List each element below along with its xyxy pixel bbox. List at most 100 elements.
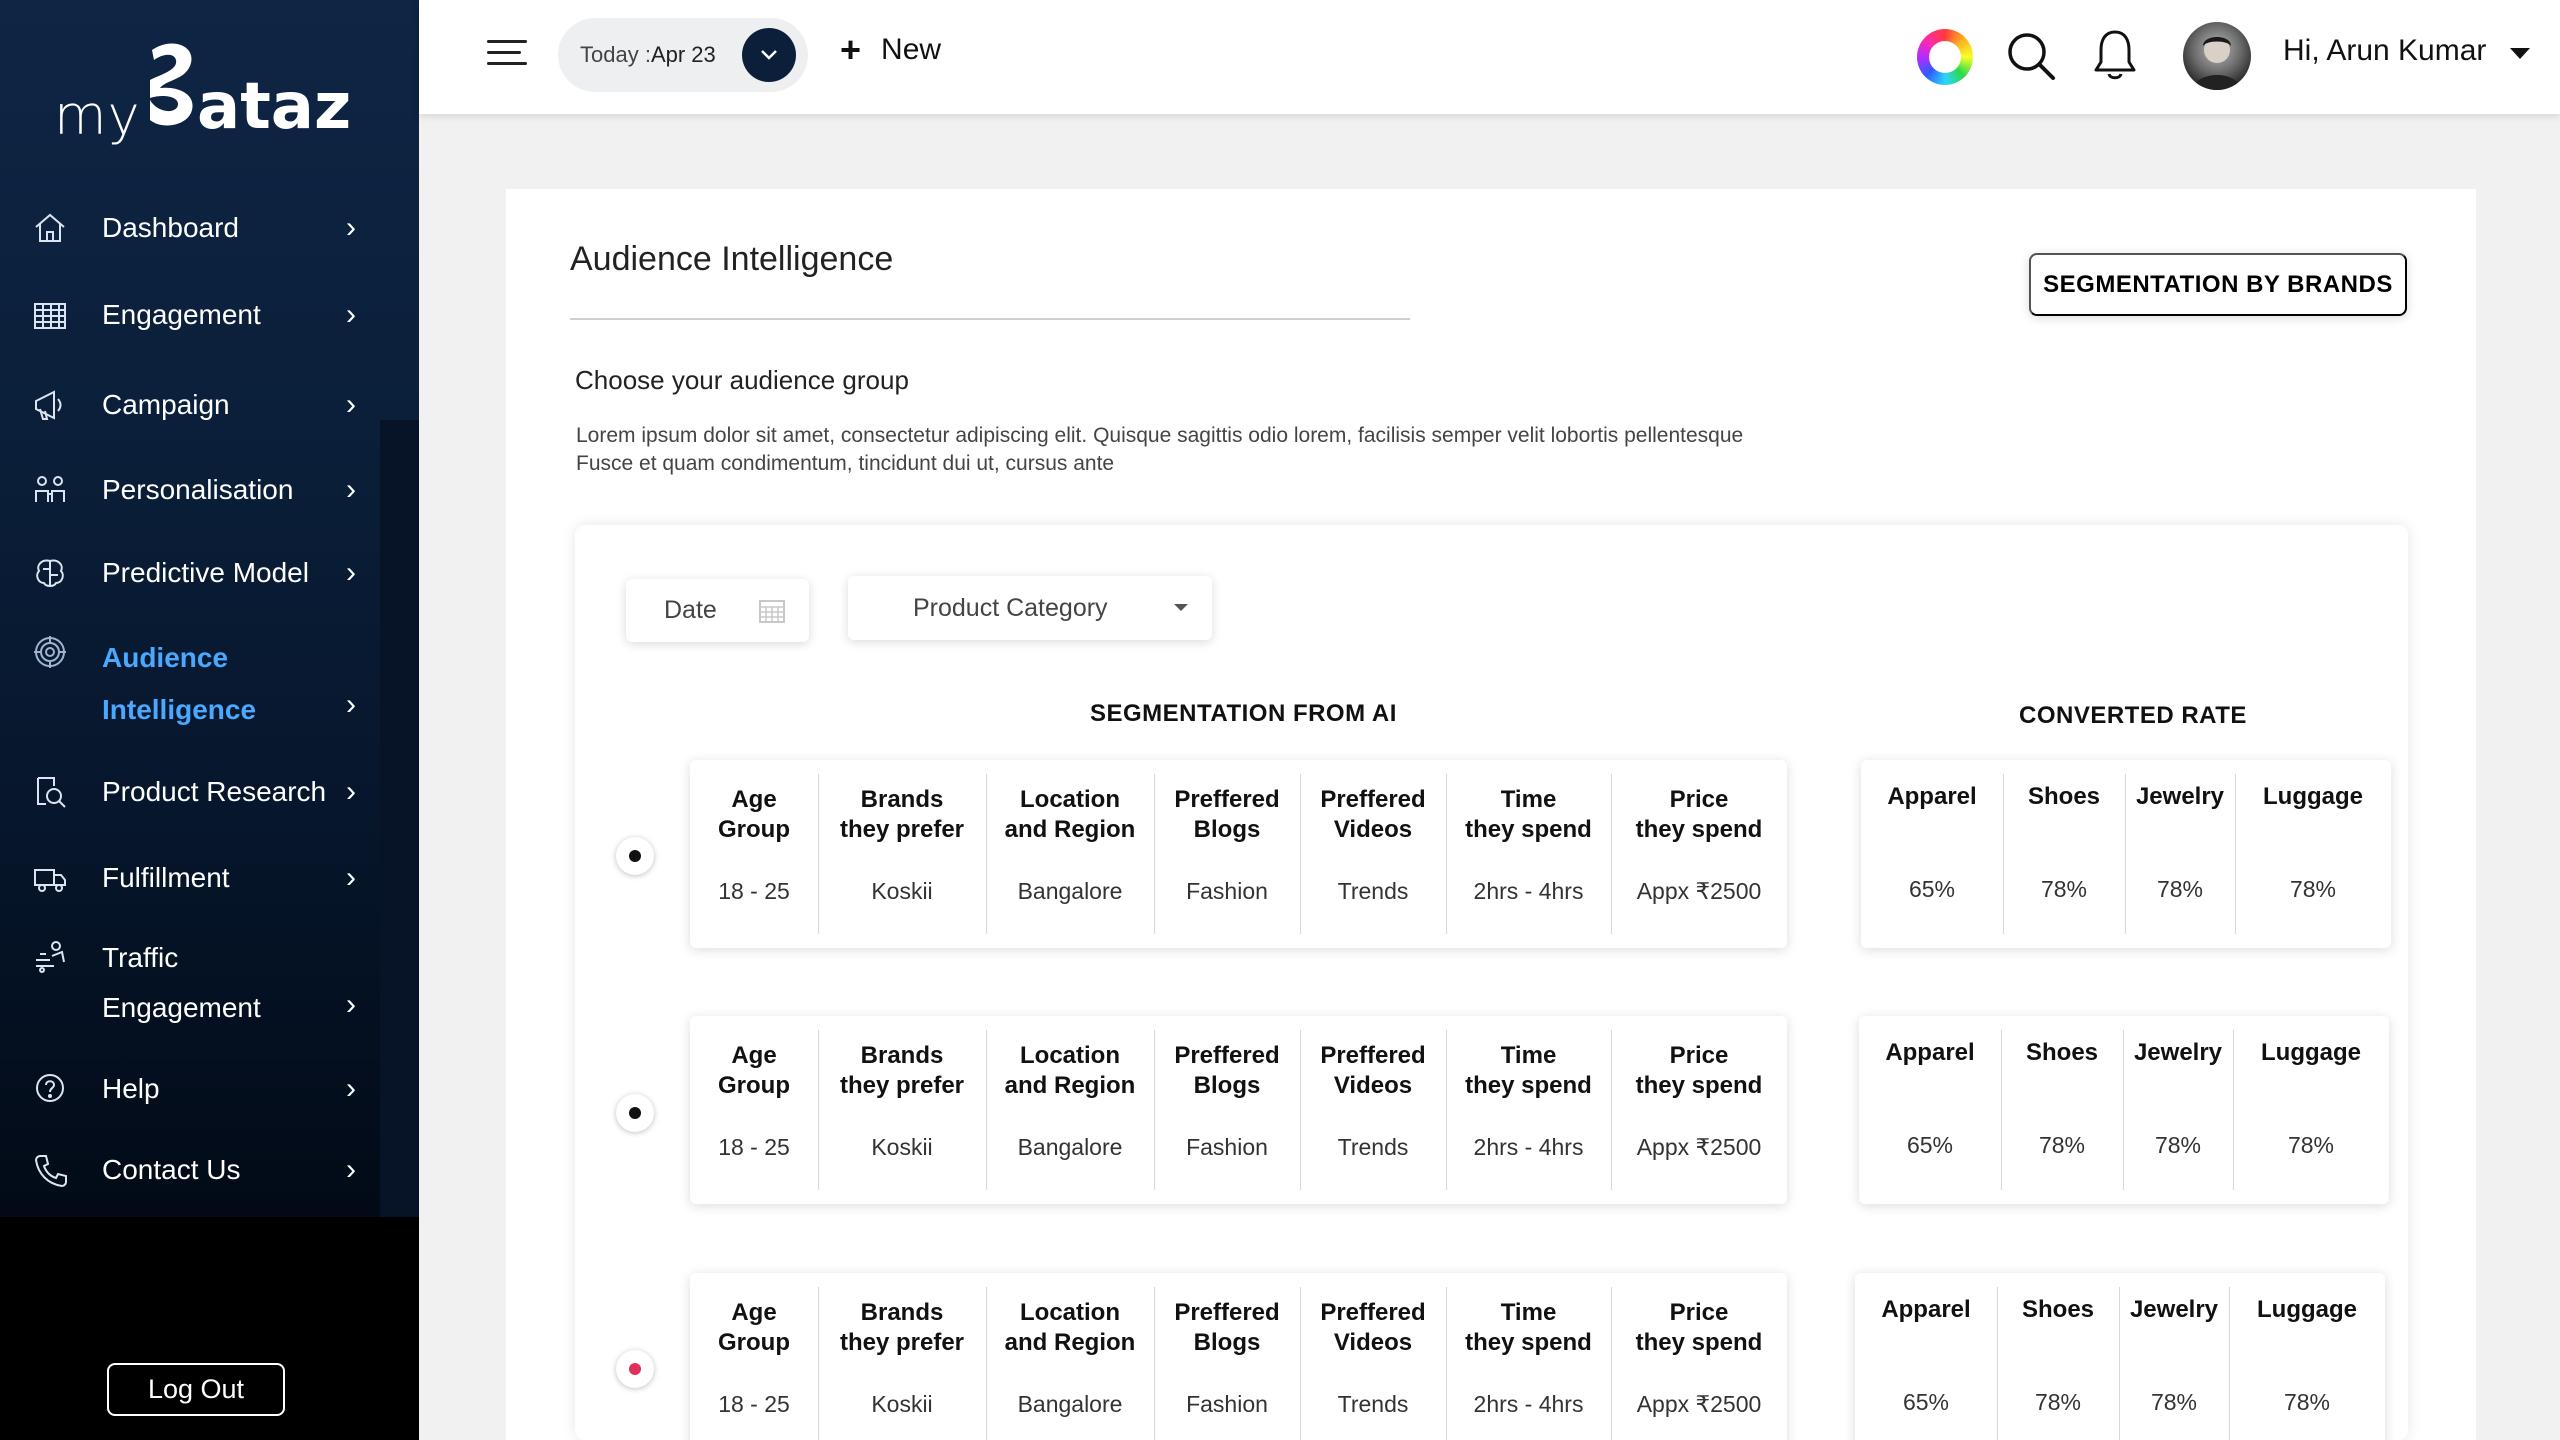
color-wheel-icon[interactable] — [1917, 29, 1973, 85]
column-header: Time they spend — [1446, 785, 1611, 845]
column-header-line: Group — [718, 1072, 790, 1099]
column-header-line: they spend — [1635, 1072, 1763, 1099]
column-header: Luggage — [2261, 1039, 2361, 1066]
converted-rate-column: Jewelry 78% — [2119, 1273, 2229, 1440]
sidebar-item-product-research[interactable]: Product Research › — [0, 766, 380, 818]
cell-value: 2hrs - 4hrs — [1473, 1134, 1584, 1160]
logout-button[interactable]: Log Out — [107, 1363, 285, 1416]
column-header: Apparel — [1881, 1296, 1971, 1323]
segmentation-column: Preffered Videos Trends — [1300, 1273, 1446, 1440]
column-header-line: Age — [731, 1042, 777, 1069]
date-picker[interactable]: Today : Apr 23 — [558, 18, 808, 92]
column-header-line: Price — [1669, 1042, 1729, 1069]
column-header-line: they spend — [1465, 816, 1592, 843]
segmentation-column: Price they spend Appx ₹2500 — [1611, 1273, 1787, 1440]
column-header: Location and Region — [986, 1298, 1154, 1358]
cell-value: Fashion — [1186, 878, 1268, 904]
sidebar-item-traffic-engagement[interactable]: Traffic Engagement › — [0, 932, 380, 1036]
column-header-line: Location — [1020, 1299, 1120, 1326]
traffic-icon — [30, 936, 70, 976]
home-icon — [30, 208, 70, 248]
sidebar-item-label: Traffic — [102, 942, 179, 973]
date-filter[interactable]: Date — [626, 579, 809, 642]
column-header-line: they spend — [1465, 1329, 1592, 1356]
column-header: Price they spend — [1611, 785, 1787, 845]
page-title: Audience Intelligence — [570, 240, 894, 278]
segmentation-column: Time they spend 2hrs - 4hrs — [1446, 1016, 1611, 1204]
product-category-label: Product Category — [913, 593, 1108, 622]
segmentation-column: Location and Region Bangalore — [986, 760, 1154, 948]
converted-rate-card[interactable]: Apparel 65% Shoes 78% Jewelry 78% Luggage 78% — [1861, 760, 2391, 948]
audience-radio[interactable] — [616, 1350, 654, 1388]
column-header-line: Preffered — [1174, 786, 1280, 813]
help-icon — [30, 1069, 70, 1109]
converted-rate-column: Luggage 78% — [2233, 1016, 2389, 1204]
hamburger-menu-icon[interactable] — [487, 40, 527, 70]
avatar[interactable] — [2183, 22, 2251, 90]
chevron-right-icon: › — [346, 1072, 356, 1105]
column-header: Age Group — [690, 1298, 818, 1358]
segmentation-by-brands-button[interactable]: SEGMENTATION BY BRANDS — [2029, 253, 2407, 316]
cell-value: 78% — [2038, 1132, 2086, 1158]
converted-rate-column: Shoes 78% — [2003, 760, 2125, 948]
column-header-line: Time — [1500, 1042, 1557, 1069]
description: Lorem ipsum dolor sit amet, consectetur … — [576, 422, 1976, 478]
chevron-right-icon: › — [346, 298, 356, 331]
audience-radio[interactable] — [616, 1094, 654, 1132]
cell-value: Appx ₹2500 — [1636, 878, 1762, 904]
target-icon — [30, 632, 70, 672]
converted-rate-card[interactable]: Apparel 65% Shoes 78% Jewelry 78% Luggage 78% — [1859, 1016, 2389, 1204]
audience-radio[interactable] — [616, 837, 654, 875]
sidebar-item-help[interactable]: Help › — [0, 1063, 380, 1115]
column-header: Jewelry — [2129, 1296, 2219, 1323]
cell-value: 78% — [2040, 876, 2088, 902]
bell-icon[interactable] — [2092, 28, 2138, 82]
sidebar-item-audience-intelligence[interactable]: Audience Intelligence › — [0, 632, 380, 736]
search-icon[interactable] — [2005, 30, 2057, 82]
segmentation-card[interactable]: Age Group 18 - 25 Brands they prefer Koskii Lo… — [690, 1016, 1787, 1204]
sidebar-item-predictive-model[interactable]: Predictive Model › — [0, 547, 380, 599]
chevron-down-icon[interactable] — [742, 28, 796, 82]
chevron-right-icon: › — [346, 775, 356, 808]
sidebar-item-engagement[interactable]: Engagement › — [0, 289, 380, 341]
segmentation-card[interactable]: Age Group 18 - 25 Brands they prefer Koskii Lo… — [690, 1273, 1787, 1440]
sidebar-item-contact-us[interactable]: Contact Us › — [0, 1144, 380, 1196]
new-button[interactable]: + New — [840, 32, 941, 68]
sidebar-item-label: Personalisation — [102, 474, 294, 505]
brain-icon — [30, 553, 70, 593]
sidebar-item-label: Contact Us — [102, 1154, 241, 1185]
truck-icon — [30, 858, 70, 898]
chevron-right-icon: › — [346, 473, 356, 506]
caret-down-icon[interactable] — [2510, 48, 2530, 59]
converted-rate-card[interactable]: Apparel 65% Shoes 78% Jewelry 78% Luggage 78% — [1855, 1273, 2385, 1440]
column-header-line: and Region — [1004, 1329, 1136, 1356]
cell-value: 65% — [1908, 876, 1956, 902]
divider — [570, 318, 1410, 320]
column-header-line: Group — [718, 816, 790, 843]
sidebar-item-personalisation[interactable]: Personalisation › — [0, 464, 380, 516]
segmentation-card[interactable]: Age Group 18 - 25 Brands they prefer Koskii Lo… — [690, 760, 1787, 948]
app-logo[interactable]: my ataz — [52, 40, 351, 150]
segmentation-column: Time they spend 2hrs - 4hrs — [1446, 760, 1611, 948]
segmentation-column: Time they spend 2hrs - 4hrs — [1446, 1273, 1611, 1440]
segmentation-column: Price they spend Appx ₹2500 — [1611, 1016, 1787, 1204]
column-header-line: they prefer — [839, 816, 965, 843]
megaphone-icon — [30, 385, 70, 425]
cell-value: 78% — [2287, 1132, 2335, 1158]
sidebar-item-campaign[interactable]: Campaign › — [0, 379, 380, 431]
logo-text-ataz: ataz — [197, 70, 352, 144]
segmentation-column: Preffered Blogs Fashion — [1154, 1273, 1300, 1440]
magnifier-doc-icon — [30, 772, 70, 812]
sidebar-item-dashboard[interactable]: Dashboard › — [0, 202, 380, 254]
user-greeting[interactable]: Hi, Arun Kumar — [2283, 34, 2486, 68]
cell-value: Bangalore — [1017, 1134, 1123, 1160]
column-header: Jewelry — [2135, 783, 2225, 810]
chevron-right-icon: › — [346, 556, 356, 589]
product-category-select[interactable]: Product Category — [848, 576, 1212, 640]
cell-value: Koskii — [871, 878, 933, 904]
column-header-line: Videos — [1333, 1072, 1413, 1099]
segmentation-column: Price they spend Appx ₹2500 — [1611, 760, 1787, 948]
column-header-line: Age — [731, 1299, 777, 1326]
sidebar-item-fulfillment[interactable]: Fulfillment › — [0, 852, 380, 904]
segmentation-column: Location and Region Bangalore — [986, 1016, 1154, 1204]
